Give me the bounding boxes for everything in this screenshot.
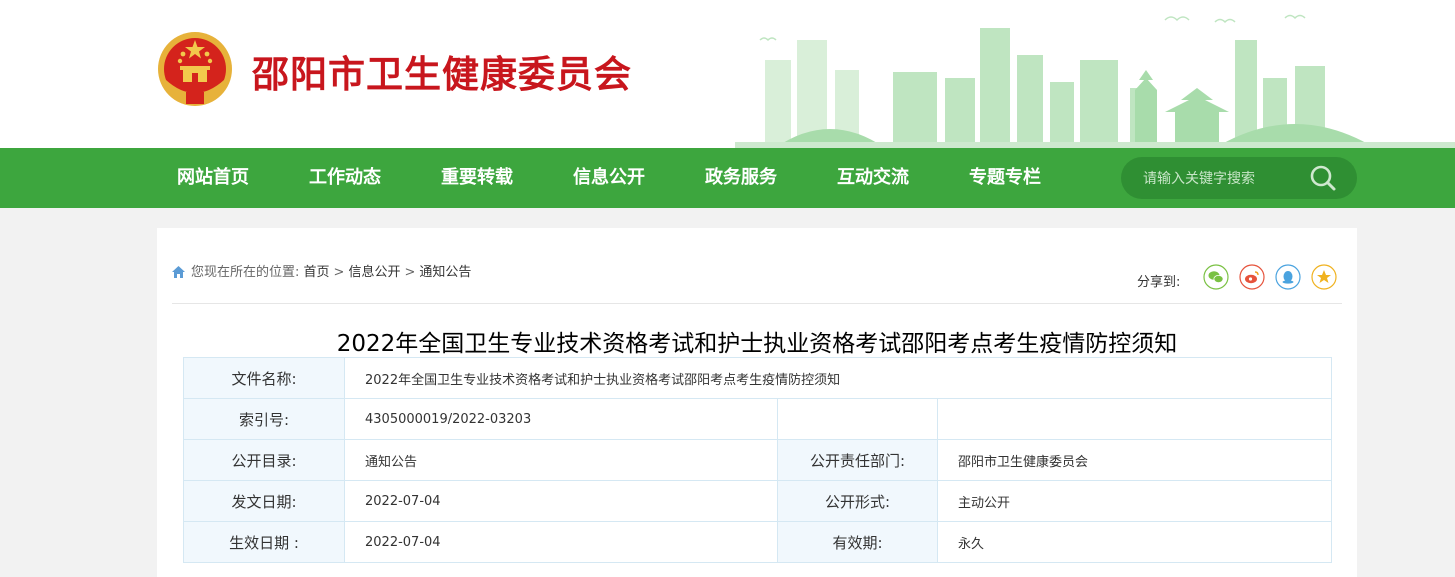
nav-info-disclosure[interactable]: 信息公开 bbox=[573, 148, 645, 208]
form-value: 主动公开 bbox=[936, 480, 1333, 522]
wechat-icon[interactable] bbox=[1203, 264, 1229, 290]
site-title[interactable]: 邵阳市卫生健康委员会 bbox=[252, 44, 632, 98]
file-name-value: 2022年全国卫生专业技术资格考试和护士执业资格考试邵阳考点考生疫情防控须知 bbox=[343, 357, 1333, 399]
site-header: 邵阳市卫生健康委员会 bbox=[0, 0, 1455, 148]
search-input[interactable] bbox=[1141, 166, 1305, 192]
nav-interaction[interactable]: 互动交流 bbox=[837, 148, 909, 208]
nav-work-news[interactable]: 工作动态 bbox=[309, 148, 381, 208]
table-row: 公开目录: 通知公告 公开责任部门: 邵阳市卫生健康委员会 bbox=[183, 439, 1333, 481]
nav-reprints[interactable]: 重要转载 bbox=[441, 148, 513, 208]
breadcrumb-separator: > bbox=[404, 265, 416, 280]
breadcrumb-separator: > bbox=[333, 265, 345, 280]
home-icon bbox=[172, 266, 185, 278]
dept-value: 邵阳市卫生健康委员会 bbox=[936, 439, 1333, 481]
nav-home[interactable]: 网站首页 bbox=[177, 148, 249, 208]
share-label: 分享到: bbox=[1137, 275, 1181, 290]
catalog-value: 通知公告 bbox=[344, 439, 778, 481]
file-name-label: 文件名称: bbox=[183, 357, 345, 399]
search-icon[interactable] bbox=[1306, 163, 1340, 193]
nav-special-topics[interactable]: 专题专栏 bbox=[969, 148, 1041, 208]
table-row: 发文日期: 2022-07-04 公开形式: 主动公开 bbox=[183, 480, 1333, 522]
qq-icon[interactable] bbox=[1275, 264, 1301, 290]
breadcrumb-divider bbox=[172, 303, 1342, 304]
index-label: 索引号: bbox=[183, 398, 345, 440]
breadcrumb: 您现在所在的位置: 首页 > 信息公开 > 通知公告 bbox=[172, 261, 471, 280]
date-value: 2022-07-04 bbox=[344, 480, 778, 522]
national-emblem-icon[interactable] bbox=[156, 30, 234, 112]
weibo-icon[interactable] bbox=[1239, 264, 1265, 290]
document-meta-table: 文件名称: 2022年全国卫生专业技术资格考试和护士执业资格考试邵阳考点考生疫情… bbox=[183, 357, 1333, 563]
qzone-icon[interactable] bbox=[1311, 264, 1337, 290]
table-row: 生效日期 : 2022-07-04 有效期: 永久 bbox=[183, 521, 1333, 563]
effective-date-label: 生效日期 : bbox=[183, 521, 345, 563]
table-row: 文件名称: 2022年全国卫生专业技术资格考试和护士执业资格考试邵阳考点考生疫情… bbox=[183, 357, 1333, 399]
table-row: 索引号: 4305000019/2022-03203 bbox=[183, 398, 1333, 440]
article-title: 2022年全国卫生专业技术资格考试和护士执业资格考试邵阳考点考生疫情防控须知 bbox=[336, 331, 1178, 357]
date-label: 发文日期: bbox=[183, 480, 345, 522]
validity-value: 永久 bbox=[936, 521, 1333, 563]
empty-label-cell bbox=[777, 398, 938, 440]
breadcrumb-info-disclosure[interactable]: 信息公开 bbox=[348, 265, 400, 280]
breadcrumb-home[interactable]: 首页 bbox=[304, 265, 330, 280]
form-label: 公开形式: bbox=[777, 480, 938, 522]
effective-date-value: 2022-07-04 bbox=[344, 521, 778, 563]
nav-gov-services[interactable]: 政务服务 bbox=[705, 148, 777, 208]
dept-label: 公开责任部门: bbox=[777, 439, 938, 481]
empty-value-cell bbox=[936, 398, 1333, 440]
catalog-label: 公开目录: bbox=[183, 439, 345, 481]
validity-label: 有效期: bbox=[777, 521, 938, 563]
breadcrumb-notices[interactable]: 通知公告 bbox=[419, 265, 471, 280]
index-value: 4305000019/2022-03203 bbox=[344, 398, 778, 440]
breadcrumb-prefix: 您现在所在的位置: bbox=[191, 265, 300, 280]
city-skyline-illustration bbox=[735, 14, 1455, 148]
